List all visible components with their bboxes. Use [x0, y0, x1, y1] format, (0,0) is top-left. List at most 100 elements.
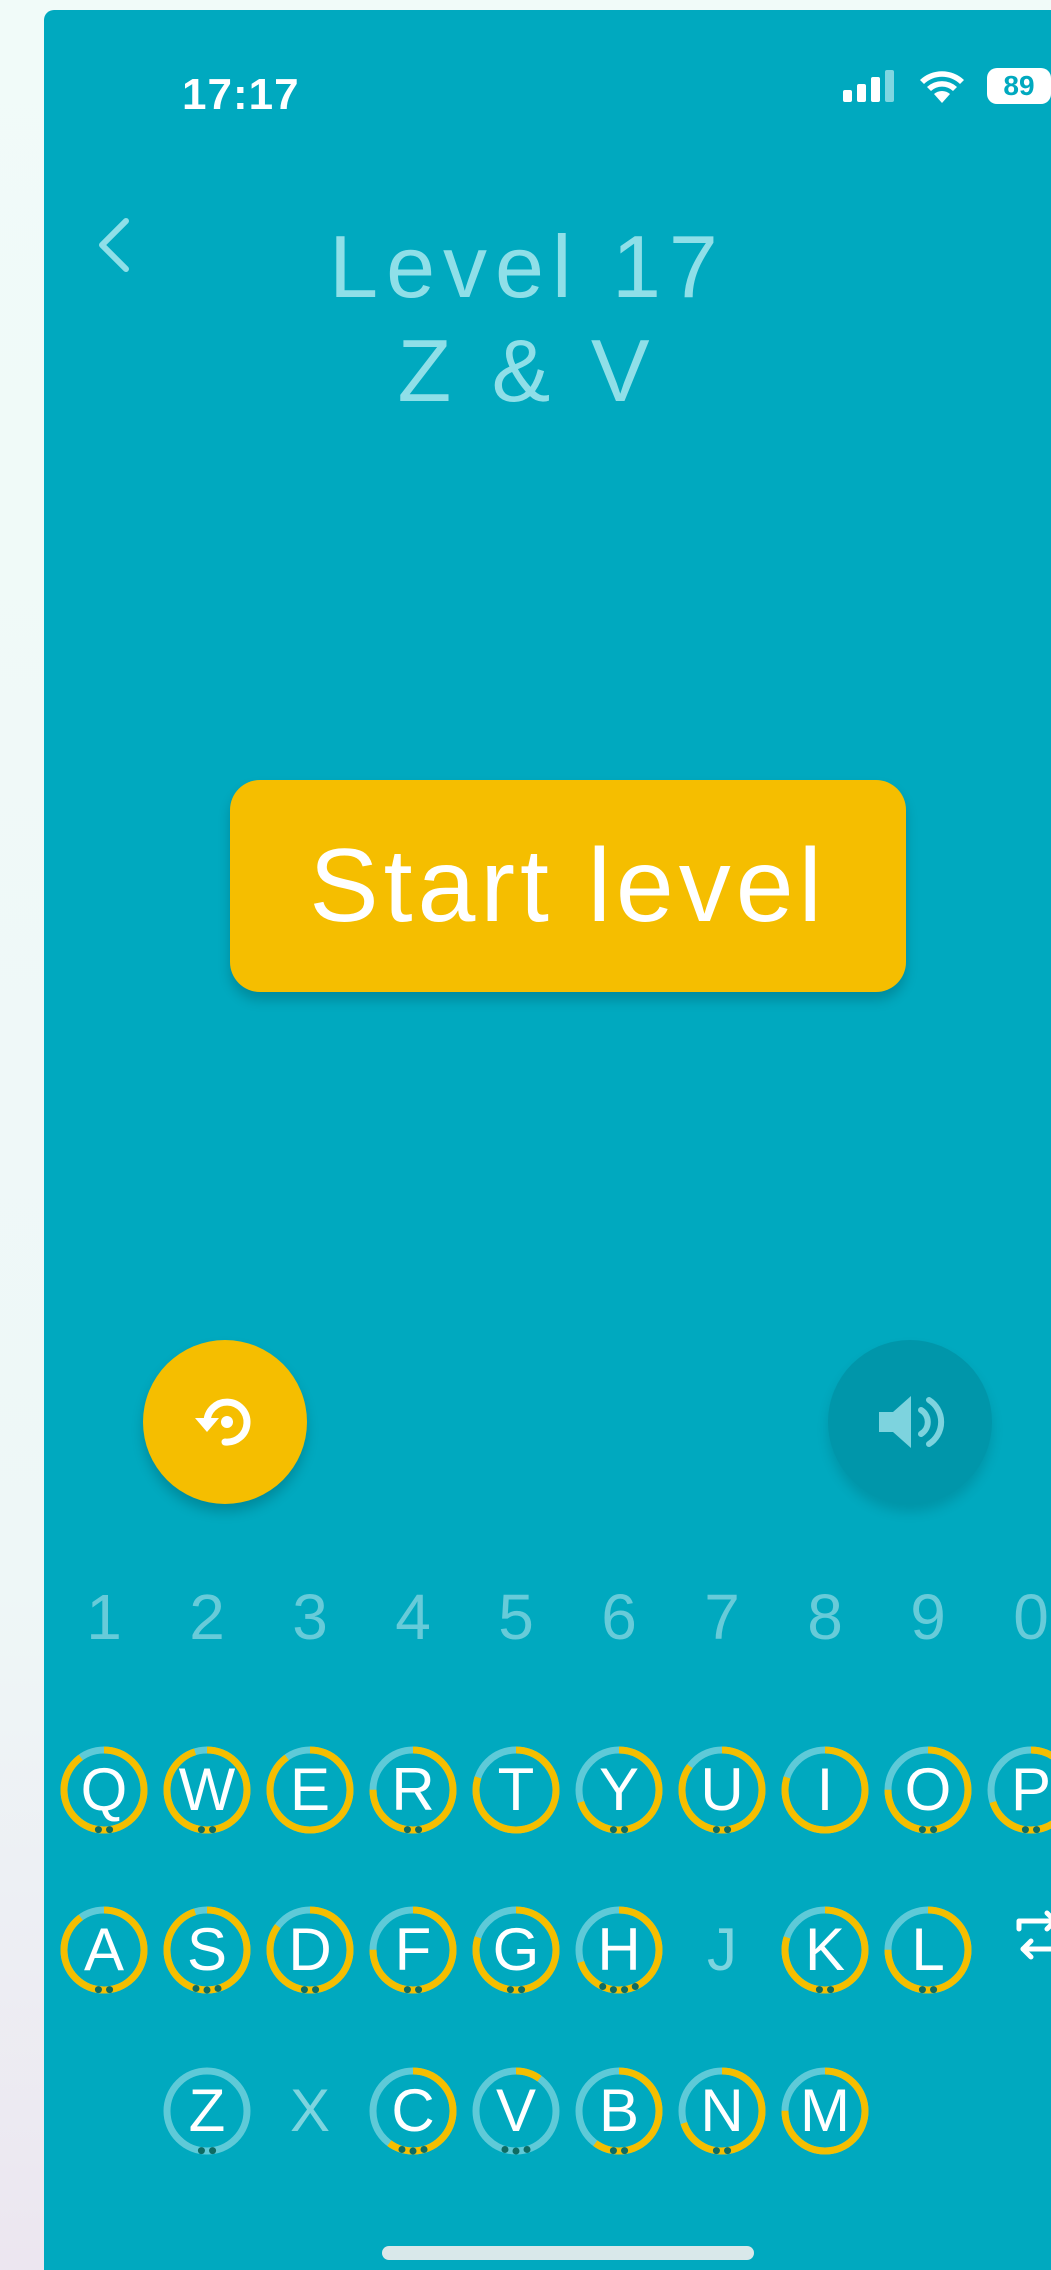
- number-key[interactable]: 5: [481, 1580, 551, 1654]
- ring-mark: [815, 1986, 823, 1994]
- letter-key-label: M: [800, 2077, 850, 2144]
- ring-mark: [518, 1986, 526, 1994]
- level-title: Level 17 Z & V: [44, 215, 1051, 423]
- letter-key[interactable]: P: [986, 1745, 1051, 1835]
- letter-key[interactable]: T: [471, 1745, 561, 1835]
- number-key[interactable]: 4: [378, 1580, 448, 1654]
- letter-key-label: G: [492, 1916, 540, 1983]
- letter-key[interactable]: V: [471, 2066, 561, 2156]
- ring-mark: [918, 1826, 926, 1834]
- letter-key-label: B: [598, 2077, 640, 2144]
- letter-key-label: O: [904, 1756, 952, 1823]
- ring-mark: [415, 1986, 423, 1994]
- letter-key[interactable]: S: [162, 1905, 252, 1995]
- letter-key[interactable]: A: [59, 1905, 149, 1995]
- cellular-signal-icon: [843, 70, 894, 102]
- letter-key[interactable]: L: [883, 1905, 973, 1995]
- letter-key[interactable]: K: [780, 1905, 870, 1995]
- letter-key-label: I: [816, 1756, 834, 1823]
- app-screen: 17:17 89 Level 17 Z & V Start level 1 2 …: [44, 10, 1051, 2270]
- ring-mark: [599, 1983, 607, 1991]
- ring-mark: [621, 1986, 629, 1994]
- letter-key[interactable]: Q: [59, 1745, 149, 1835]
- letter-key-label: R: [391, 1756, 435, 1823]
- letter-key-label: J: [707, 1916, 737, 1983]
- status-icons: 89: [843, 68, 1051, 104]
- ring-mark: [712, 2147, 720, 2155]
- letter-key[interactable]: I: [780, 1745, 870, 1835]
- letter-key-label: C: [391, 2077, 435, 2144]
- letter-key[interactable]: J: [677, 1905, 767, 1995]
- letter-key[interactable]: G: [471, 1905, 561, 1995]
- sound-button[interactable]: [828, 1340, 992, 1504]
- number-key[interactable]: 7: [687, 1580, 757, 1654]
- ring-mark: [523, 2145, 531, 2153]
- letter-key-label: W: [178, 1756, 236, 1823]
- number-key[interactable]: 9: [893, 1580, 963, 1654]
- letter-key-label: T: [497, 1756, 535, 1823]
- number-row: 1234567890: [44, 1580, 1051, 1680]
- ring-mark: [203, 1986, 211, 1994]
- ring-mark: [609, 2147, 617, 2155]
- number-key[interactable]: 2: [172, 1580, 242, 1654]
- letter-key-label: Q: [80, 1756, 128, 1823]
- number-key[interactable]: 8: [790, 1580, 860, 1654]
- start-level-button[interactable]: Start level: [230, 780, 906, 992]
- letter-key-label: H: [597, 1916, 641, 1983]
- ring-mark: [197, 1826, 205, 1834]
- ring-mark: [415, 1826, 423, 1834]
- level-label: Level 17: [329, 217, 726, 316]
- letter-key[interactable]: E: [265, 1745, 355, 1835]
- switch-layout-button[interactable]: [1009, 1905, 1051, 1995]
- ring-mark: [724, 2147, 732, 2155]
- reset-button[interactable]: [143, 1340, 307, 1504]
- letter-key-label: L: [911, 1916, 945, 1983]
- letter-key[interactable]: N: [677, 2066, 767, 2156]
- ring-mark: [94, 1986, 102, 1994]
- ring-mark: [930, 1986, 938, 1994]
- letter-key-label: U: [700, 1756, 744, 1823]
- letter-key[interactable]: M: [780, 2066, 870, 2156]
- letter-key-label: S: [186, 1916, 228, 1983]
- letter-key[interactable]: O: [883, 1745, 973, 1835]
- ring-mark: [209, 1826, 217, 1834]
- ring-mark: [918, 1986, 926, 1994]
- letter-key-label: V: [495, 2077, 537, 2144]
- ring-mark: [420, 2145, 428, 2153]
- letter-key[interactable]: B: [574, 2066, 664, 2156]
- ring-mark: [609, 1826, 617, 1834]
- ring-mark: [621, 2147, 629, 2155]
- ring-mark: [192, 1984, 200, 1992]
- restart-icon: [195, 1398, 251, 1446]
- ring-mark: [409, 2147, 417, 2155]
- letter-key[interactable]: U: [677, 1745, 767, 1835]
- ring-mark: [609, 1986, 617, 1994]
- letter-key[interactable]: X: [265, 2066, 355, 2156]
- letter-key[interactable]: D: [265, 1905, 355, 1995]
- letter-key-label: K: [804, 1916, 846, 1983]
- letter-key[interactable]: F: [368, 1905, 458, 1995]
- ring-mark: [398, 2145, 406, 2153]
- ring-mark: [209, 2147, 217, 2155]
- letter-key[interactable]: Y: [574, 1745, 664, 1835]
- number-key[interactable]: 3: [275, 1580, 345, 1654]
- letter-key[interactable]: Z: [162, 2066, 252, 2156]
- letter-key[interactable]: R: [368, 1745, 458, 1835]
- number-key[interactable]: 6: [584, 1580, 654, 1654]
- number-key[interactable]: 1: [69, 1580, 139, 1654]
- ring-mark: [512, 2147, 520, 2155]
- letter-key[interactable]: W: [162, 1745, 252, 1835]
- ring-mark: [724, 1826, 732, 1834]
- letter-key[interactable]: H: [574, 1905, 664, 1995]
- ring-mark: [106, 1826, 114, 1834]
- status-time: 17:17: [182, 70, 300, 119]
- battery-level: 89: [1003, 70, 1035, 101]
- wifi-icon: [920, 71, 964, 103]
- letter-key-label: D: [288, 1916, 332, 1983]
- number-key[interactable]: 0: [996, 1580, 1051, 1654]
- ring-mark: [712, 1826, 720, 1834]
- home-indicator: [382, 2246, 754, 2260]
- level-subtitle: Z & V: [397, 321, 658, 420]
- letter-key[interactable]: C: [368, 2066, 458, 2156]
- ring-mark: [506, 1986, 514, 1994]
